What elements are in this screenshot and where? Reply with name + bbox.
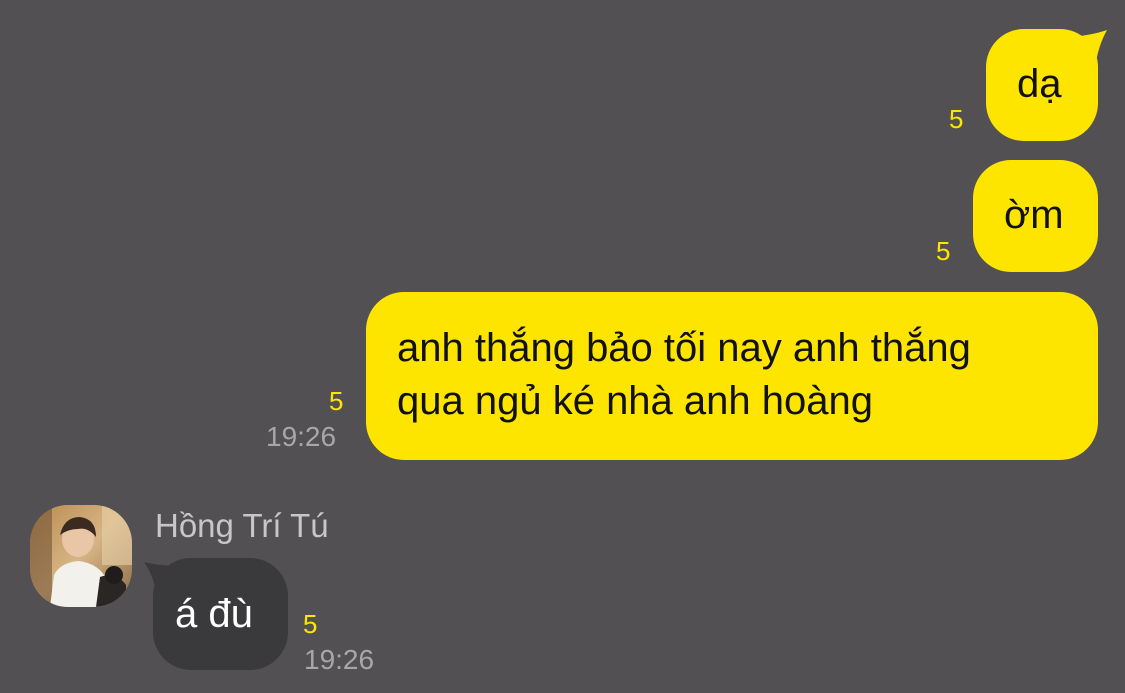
message-text: dạ [1017,62,1062,106]
message-timestamp: 19:26 [266,421,337,452]
sender-name: Hồng Trí Tú [155,507,329,544]
unread-count: 5 [329,386,344,416]
message-bubble-outgoing[interactable]: dạ [986,29,1098,141]
unread-count: 5 [949,104,964,134]
message-timestamp: 19:26 [304,644,375,675]
message-text: ờm [1004,193,1064,237]
message-bubble-incoming[interactable]: á đù [153,558,288,670]
chat-message-list[interactable]: dạ 5 ờm 5 anh thắng bảo tối nay anh thắn… [0,0,1125,693]
unread-count: 5 [936,236,951,266]
profile-photo-avatar-icon [30,505,132,607]
message-text-line: qua ngủ ké nhà anh hoàng [397,379,873,423]
message-bubble-outgoing[interactable]: ờm [973,160,1098,272]
message-text-line: anh thắng bảo tối nay anh thắng [397,326,971,370]
message-bubble-outgoing[interactable]: anh thắng bảo tối nay anh thắng qua ngủ … [366,292,1098,460]
message-text: á đù [175,592,253,636]
sender-avatar[interactable] [30,505,132,607]
unread-count: 5 [303,609,318,639]
